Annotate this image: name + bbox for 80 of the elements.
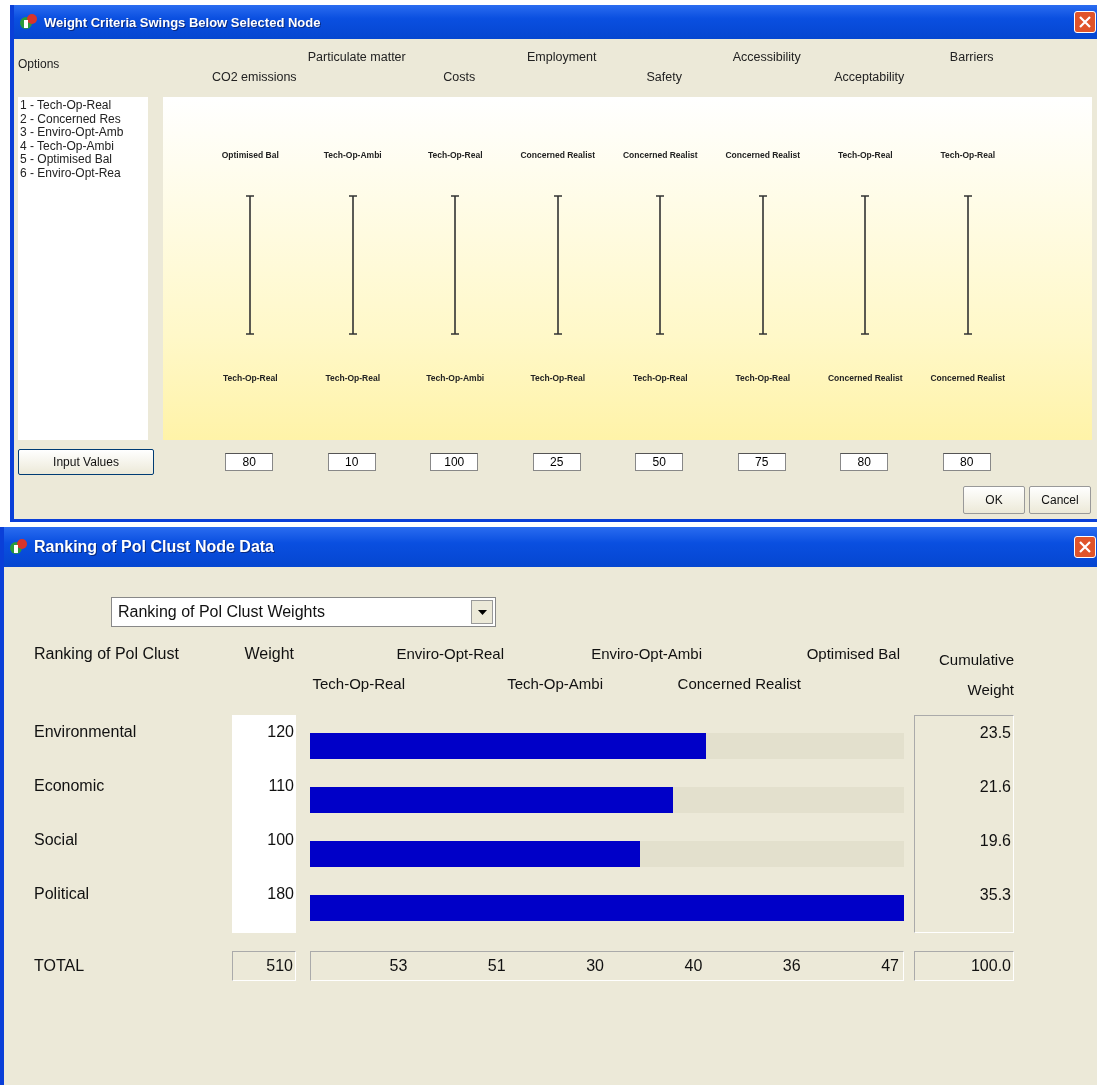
close-button[interactable] (1074, 536, 1096, 558)
swing-top-label: Tech-Op-Real (427, 150, 483, 162)
app-icon (20, 13, 38, 31)
option-item[interactable]: 1 - Tech-Op-Real (20, 99, 146, 113)
option-item[interactable]: 5 - Optimised Bal (20, 153, 146, 167)
option-total: 51 (486, 956, 507, 976)
option-header: Tech-Op-Real (312, 675, 405, 692)
option-header: Tech-Op-Ambi (507, 675, 603, 692)
value-input[interactable]: 80 (840, 453, 889, 471)
weight-value: 110 (268, 777, 294, 794)
cumulative-value: 23.5 (979, 724, 1011, 741)
close-button[interactable] (1074, 11, 1096, 33)
row-label: Political (34, 885, 90, 902)
weight-value: 120 (267, 723, 294, 740)
swing-top-label: Tech-Op-Real (940, 150, 996, 162)
criterion-header: CO2 emissions (211, 70, 297, 84)
dropdown-arrow-icon (477, 609, 487, 615)
input-values-button[interactable]: Input Values (18, 449, 154, 475)
swing-top-label: Concerned Realist (520, 150, 596, 162)
total-cumulative: 100.0 (914, 951, 1014, 981)
option-item[interactable]: 3 - Enviro-Opt-Amb (20, 126, 146, 140)
option-total: 40 (683, 956, 704, 976)
window-title: Weight Criteria Swings Below Selected Node (44, 14, 322, 30)
window-title: Ranking of Pol Clust Node Data (34, 538, 275, 556)
dialog-button[interactable]: OK (963, 486, 1025, 514)
options-label: Options (18, 57, 61, 73)
ranking-dropdown[interactable]: Ranking of Pol Clust Weights (111, 597, 496, 627)
row-label: Social (34, 831, 78, 848)
dialog-button[interactable]: Cancel (1029, 486, 1091, 514)
swing-bottom-label: Tech-Op-Real (735, 373, 791, 385)
option-total: 47 (880, 956, 900, 976)
total-label: TOTAL (34, 956, 86, 976)
value-input[interactable]: 100 (430, 453, 479, 471)
swing-top-label: Tech-Op-Ambi (323, 150, 382, 162)
value-input[interactable]: 80 (225, 453, 274, 471)
value-input[interactable]: 50 (635, 453, 684, 471)
swing-bottom-label: Concerned Realist (827, 373, 903, 385)
swing-bottom-label: Tech-Op-Real (530, 373, 586, 385)
value-input[interactable]: 80 (942, 453, 991, 471)
total-weight: 510 (232, 951, 296, 981)
value-input[interactable]: 25 (532, 453, 581, 471)
swing-bottom-label: Tech-Op-Real (632, 373, 688, 385)
option-header: Concerned Realist (677, 675, 801, 692)
swing-bottom-label: Tech-Op-Ambi (426, 373, 485, 385)
swing-top-label: Concerned Realist (725, 150, 801, 162)
close-icon (1079, 16, 1091, 28)
weight-value: 180 (267, 885, 294, 902)
option-item[interactable]: 2 - Concerned Res (20, 112, 146, 126)
criterion-header: Safety (646, 70, 682, 84)
cumulative-value: 19.6 (979, 832, 1011, 849)
option-total: 53 (388, 956, 409, 976)
app-icon (10, 538, 28, 556)
row-label: Environmental (34, 723, 137, 740)
criterion-header: Particulate matter (307, 50, 406, 64)
swing-bottom-label: Concerned Realist (930, 373, 1006, 385)
weight-value: 100 (267, 831, 294, 848)
value-input[interactable]: 10 (327, 453, 376, 471)
option-item[interactable]: 4 - Tech-Op-Ambi (20, 139, 146, 153)
column-header: Ranking of Pol Clust (34, 645, 180, 663)
criterion-header: Costs (443, 70, 476, 84)
swing-top-label: Tech-Op-Real (837, 150, 893, 162)
swing-top-label: Concerned Realist (622, 150, 698, 162)
criterion-header: Barriers (949, 50, 994, 64)
value-input[interactable]: 75 (737, 453, 786, 471)
swing-bottom-label: Tech-Op-Real (222, 373, 278, 385)
criterion-header: Employment (527, 50, 597, 64)
option-total: 36 (781, 956, 802, 976)
criterion-header: Acceptability (834, 70, 905, 84)
row-label: Economic (34, 777, 105, 794)
swing-bottom-label: Tech-Op-Real (325, 373, 381, 385)
criterion-header: Accessibility (732, 50, 801, 64)
swing-top-label: Optimised Bal (221, 150, 279, 162)
cumulative-value: 35.3 (979, 886, 1011, 903)
option-item[interactable]: 6 - Enviro-Opt-Rea (20, 166, 146, 180)
column-header: Weight (244, 645, 294, 663)
option-total: 30 (585, 956, 605, 976)
close-icon (1079, 541, 1091, 553)
cumulative-value: 21.6 (979, 778, 1011, 795)
option-header: Optimised Bal (806, 645, 900, 664)
column-header: Cumulative Weight (937, 650, 1014, 700)
